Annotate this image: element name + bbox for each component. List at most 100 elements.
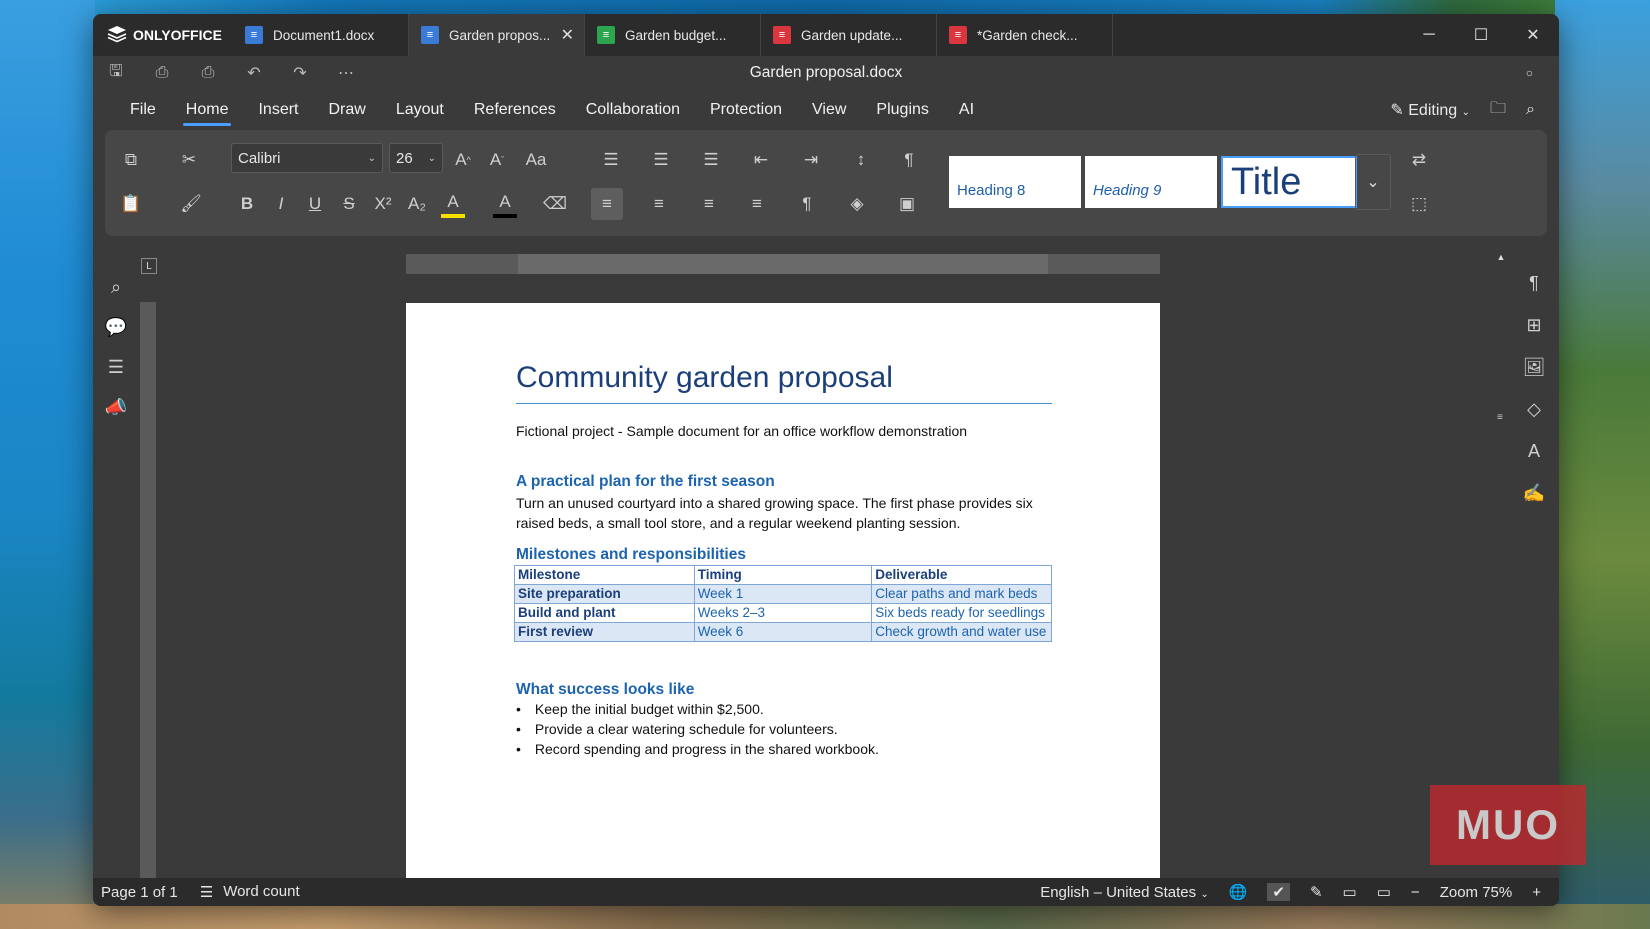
tab-sheet[interactable]: ≡ Garden budget... [585, 14, 761, 56]
fit-width-icon[interactable]: ▭ [1377, 883, 1391, 901]
redo-icon[interactable]: ↷ [277, 63, 323, 83]
replace-icon[interactable]: ⇄ [1407, 148, 1431, 172]
menu-protection[interactable]: Protection [695, 92, 797, 128]
style-title[interactable]: Title [1221, 156, 1357, 208]
expand-styles-icon[interactable]: ⌄ [1355, 154, 1391, 210]
spellcheck-icon[interactable]: ✔ [1267, 883, 1290, 901]
align-left-icon[interactable]: ≡ [591, 188, 623, 220]
language-select[interactable]: English – United States ⌄ [1040, 884, 1209, 901]
style-heading-8[interactable]: Heading 8 [949, 156, 1081, 208]
track-changes-icon[interactable]: ✎ [1310, 883, 1323, 901]
word-count-button[interactable]: ☰ Word count [200, 883, 300, 901]
menu-collaboration[interactable]: Collaboration [571, 92, 695, 128]
cut-icon[interactable]: ✂ [177, 148, 201, 172]
open-location-icon[interactable]: 🗀 [1490, 97, 1506, 124]
subscript-icon[interactable]: A₂ [405, 192, 429, 216]
menu-draw[interactable]: Draw [313, 92, 380, 128]
maximize-icon[interactable]: ☐ [1455, 14, 1507, 56]
font-size-select[interactable]: 26 ⌄ [389, 143, 443, 173]
zoom-out-icon[interactable]: − [1411, 884, 1420, 901]
tab-form[interactable]: ≡ *Garden check... [937, 14, 1113, 56]
close-window-icon[interactable]: ✕ [1507, 14, 1559, 56]
word-count-icon: ☰ [199, 884, 214, 901]
search-panel-icon[interactable]: ⌕ [101, 272, 131, 302]
menu-file[interactable]: File [115, 92, 171, 128]
line-spacing-icon[interactable]: ↕ [849, 148, 873, 172]
fit-page-icon[interactable]: ▭ [1343, 883, 1357, 901]
decrease-indent-icon[interactable]: ⇤ [749, 148, 773, 172]
nonprinting-characters-icon[interactable]: ¶ [795, 192, 819, 216]
justify-icon[interactable]: ≡ [745, 192, 769, 216]
table-settings-icon[interactable]: ⊞ [1519, 310, 1549, 340]
menu-view[interactable]: View [797, 92, 861, 128]
tab-label: Garden budget... [625, 27, 727, 43]
font-name-select[interactable]: Calibri ⌄ [231, 143, 383, 173]
highlight-color-icon[interactable]: A [441, 190, 465, 218]
search-icon[interactable]: ⌕ [1526, 101, 1535, 119]
tab-stop-selector[interactable]: L [141, 258, 157, 274]
italic-icon[interactable]: I [269, 192, 293, 216]
close-tab-icon[interactable]: ✕ [561, 25, 574, 45]
shading-icon[interactable]: ◈ [845, 192, 869, 216]
minimize-icon[interactable]: ─ [1403, 14, 1455, 56]
scroll-thumb[interactable]: ≡ [1497, 412, 1503, 423]
menu-insert[interactable]: Insert [243, 92, 313, 128]
menu-references[interactable]: References [459, 92, 571, 128]
superscript-icon[interactable]: X² [371, 192, 395, 216]
bullets-icon[interactable]: ☰ [599, 148, 623, 172]
print-icon[interactable]: ⎙ [139, 64, 185, 82]
increase-font-icon[interactable]: A ^ [451, 148, 475, 172]
strikethrough-icon[interactable]: S [337, 192, 361, 216]
globe-icon[interactable]: 🌐 [1229, 883, 1248, 901]
tab-slides[interactable]: ≡ Garden update... [761, 14, 937, 56]
format-painter-icon[interactable]: 🖌 [179, 192, 203, 216]
numbering-icon[interactable]: ☰ [649, 148, 673, 172]
horizontal-ruler[interactable] [406, 254, 1160, 274]
font-name-value: Calibri [238, 149, 281, 167]
align-center-icon[interactable]: ≡ [647, 192, 671, 216]
menu-ai[interactable]: AI [944, 92, 989, 128]
zoom-level[interactable]: Zoom 75% [1440, 884, 1513, 901]
plan-paragraph: Turn an unused courtyard into a shared g… [516, 495, 1033, 531]
undo-icon[interactable]: ↶ [231, 63, 277, 83]
tab-doc[interactable]: ≡ Document1.docx [233, 14, 409, 56]
zoom-in-icon[interactable]: + [1532, 884, 1541, 901]
document-page[interactable]: Community garden proposal Fictional proj… [406, 303, 1160, 883]
feedback-icon[interactable]: 📣 [101, 392, 131, 422]
font-color-icon[interactable]: A [493, 190, 517, 218]
menu-home[interactable]: Home [171, 92, 244, 128]
tab-doc[interactable]: ≡ Garden propos... ✕ [409, 14, 585, 56]
align-right-icon[interactable]: ≡ [697, 192, 721, 216]
signature-icon[interactable]: ✍ [1519, 478, 1549, 508]
vertical-scrollbar[interactable]: ▲ ≡ [1495, 252, 1507, 852]
scroll-up-icon[interactable]: ▲ [1495, 252, 1507, 262]
change-case-icon[interactable]: Aa [519, 148, 553, 172]
save-icon[interactable]: 🖫 [93, 60, 139, 87]
vertical-ruler[interactable] [140, 302, 156, 878]
select-icon[interactable]: ⬚ [1407, 192, 1431, 216]
decrease-font-icon[interactable]: Aˇ [485, 148, 509, 172]
onlyoffice-logo[interactable]: ONLYOFFICE [93, 14, 233, 56]
comments-icon[interactable]: 💬 [101, 312, 131, 342]
style-heading-9[interactable]: Heading 9 [1085, 156, 1217, 208]
borders-icon[interactable]: ▣ [895, 192, 919, 216]
page-indicator[interactable]: Page 1 of 1 [101, 884, 178, 901]
quick-print-icon[interactable]: ⎙ [185, 64, 231, 82]
clear-style-icon[interactable]: ⌫ [543, 192, 567, 216]
menu-plugins[interactable]: Plugins [861, 92, 943, 128]
bold-icon[interactable]: B [235, 192, 259, 216]
copy-icon[interactable]: ⧉ [119, 148, 143, 172]
underline-icon[interactable]: U [303, 192, 327, 216]
editing-mode[interactable]: ✎ Editing ⌄ [1390, 100, 1470, 120]
paragraph-settings-icon[interactable]: ¶ [897, 148, 921, 172]
multilevel-icon[interactable]: ☰ [699, 148, 723, 172]
image-settings-icon[interactable]: 🖼 [1519, 352, 1549, 382]
menu-layout[interactable]: Layout [381, 92, 459, 128]
shape-settings-icon[interactable]: ◇ [1519, 394, 1549, 424]
navigation-icon[interactable]: ☰ [101, 352, 131, 382]
paragraph-settings-panel-icon[interactable]: ¶ [1519, 268, 1549, 298]
paste-icon[interactable]: 📋 [119, 192, 143, 216]
text-art-icon[interactable]: A [1519, 436, 1549, 466]
more-icon[interactable]: ⋯ [323, 63, 369, 83]
increase-indent-icon[interactable]: ⇥ [799, 148, 823, 172]
